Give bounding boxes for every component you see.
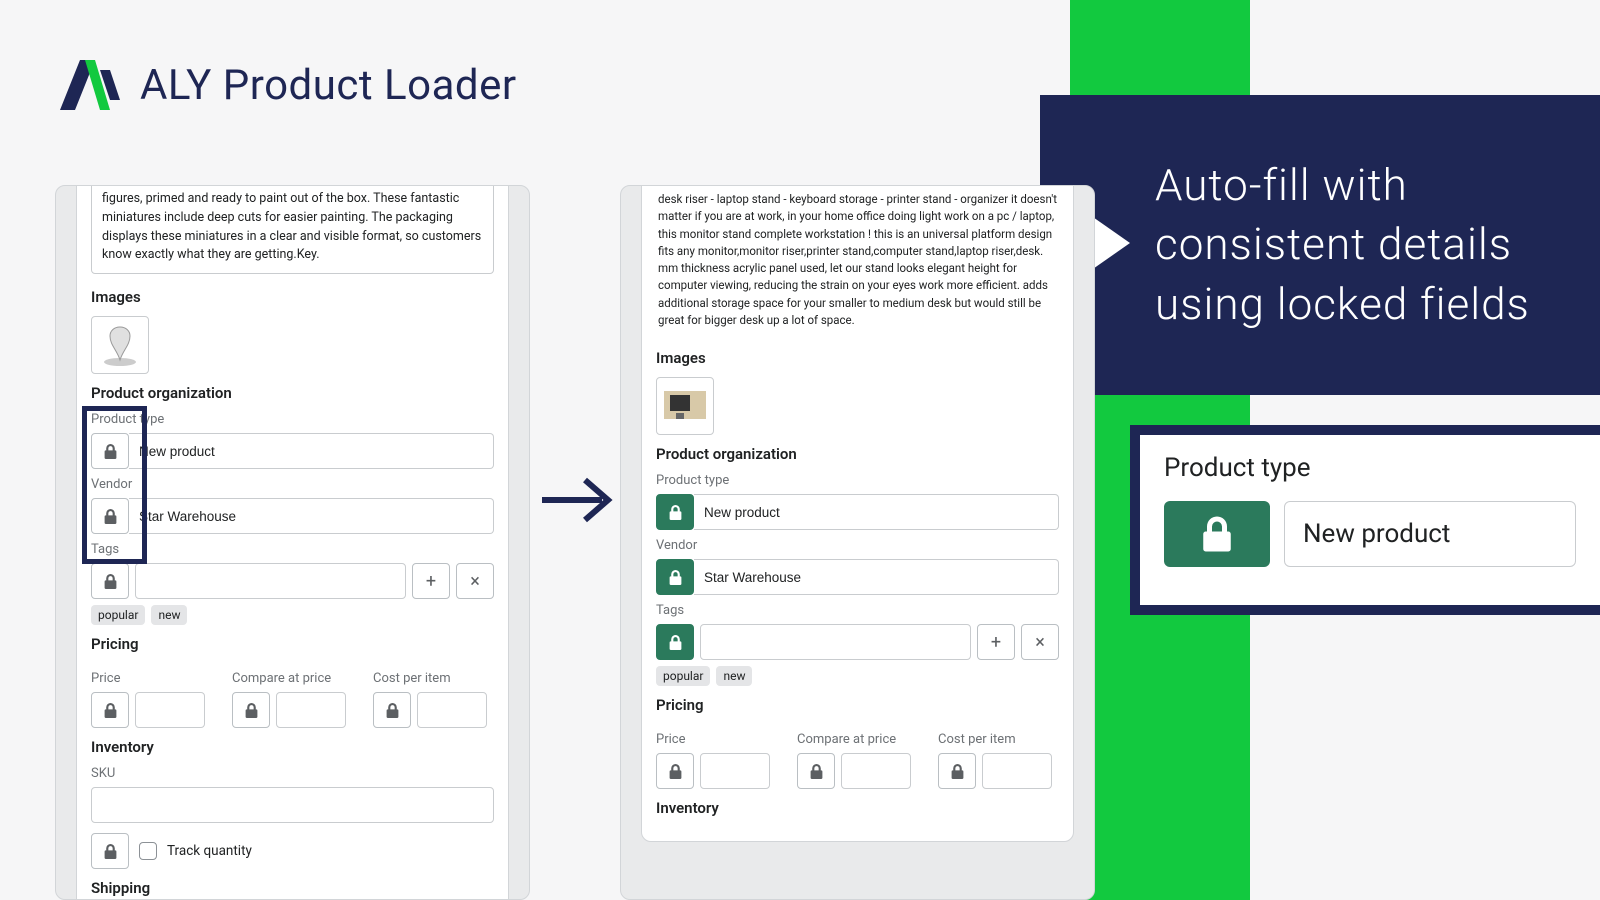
lock-icon bbox=[104, 444, 117, 459]
vendor-label: Vendor bbox=[656, 538, 1059, 553]
add-tag-button[interactable]: + bbox=[977, 624, 1015, 660]
cost-input[interactable] bbox=[417, 692, 487, 728]
vendor-input[interactable] bbox=[129, 498, 494, 534]
vendor-label: Vendor bbox=[91, 477, 494, 492]
track-quantity-checkbox[interactable] bbox=[139, 842, 157, 860]
product-type-label: Product type bbox=[91, 412, 494, 427]
lock-button-track[interactable] bbox=[91, 833, 129, 869]
lock-icon bbox=[104, 509, 117, 524]
lock-icon bbox=[104, 844, 117, 859]
vendor-input[interactable] bbox=[694, 559, 1059, 595]
lock-icon bbox=[951, 764, 964, 779]
add-tag-button[interactable]: + bbox=[412, 563, 450, 599]
lock-button-tags[interactable] bbox=[91, 563, 129, 599]
cost-label: Cost per item bbox=[373, 671, 494, 686]
lock-button-cost[interactable] bbox=[373, 692, 411, 728]
inventory-heading: Inventory bbox=[91, 738, 494, 756]
tags-input[interactable] bbox=[135, 563, 406, 599]
cost-input[interactable] bbox=[982, 753, 1052, 789]
track-quantity-label: Track quantity bbox=[167, 843, 252, 859]
inventory-heading: Inventory bbox=[656, 799, 1059, 817]
arrow-right-icon bbox=[540, 470, 615, 534]
price-label: Price bbox=[656, 732, 777, 747]
compare-label: Compare at price bbox=[232, 671, 353, 686]
product-type-input[interactable] bbox=[129, 433, 494, 469]
product-organization-heading: Product organization bbox=[91, 384, 494, 402]
lock-icon bbox=[669, 764, 682, 779]
lock-icon bbox=[669, 570, 682, 585]
header: ALY Product Loader bbox=[60, 55, 517, 115]
feature-callout: Auto-fill with consistent details using … bbox=[1040, 95, 1600, 395]
lock-button-cost[interactable] bbox=[938, 753, 976, 789]
price-input[interactable] bbox=[700, 753, 770, 789]
sku-input[interactable] bbox=[91, 787, 494, 823]
compare-input[interactable] bbox=[841, 753, 911, 789]
lock-icon bbox=[104, 703, 117, 718]
lock-button-price[interactable] bbox=[91, 692, 129, 728]
lock-button-product-type[interactable] bbox=[656, 494, 694, 530]
sku-label: SKU bbox=[91, 766, 494, 781]
lock-button-compare[interactable] bbox=[797, 753, 835, 789]
tags-label: Tags bbox=[91, 542, 494, 557]
tag-chip-new[interactable]: new bbox=[151, 605, 187, 625]
tags-input[interactable] bbox=[700, 624, 971, 660]
tag-chip-popular[interactable]: popular bbox=[91, 605, 145, 625]
tag-chip-popular[interactable]: popular bbox=[656, 666, 710, 686]
price-label: Price bbox=[91, 671, 212, 686]
product-form-after: desk riser - laptop stand - keyboard sto… bbox=[620, 185, 1095, 900]
brand-title: ALY Product Loader bbox=[140, 61, 517, 110]
cost-label: Cost per item bbox=[938, 732, 1059, 747]
lock-icon bbox=[669, 635, 682, 650]
description-textarea[interactable]: figures, primed and ready to paint out o… bbox=[91, 185, 494, 274]
clear-tag-button[interactable]: × bbox=[456, 563, 494, 599]
lock-button-compare[interactable] bbox=[232, 692, 270, 728]
product-organization-heading: Product organization bbox=[656, 445, 1059, 463]
lock-button-price[interactable] bbox=[656, 753, 694, 789]
images-heading: Images bbox=[91, 288, 494, 306]
product-image-thumbnail[interactable] bbox=[656, 377, 714, 435]
lock-button-tags[interactable] bbox=[656, 624, 694, 660]
compare-label: Compare at price bbox=[797, 732, 918, 747]
pricing-heading: Pricing bbox=[656, 696, 1059, 714]
product-form-before: figures, primed and ready to paint out o… bbox=[55, 185, 530, 900]
lock-button-vendor[interactable] bbox=[91, 498, 129, 534]
product-type-input[interactable] bbox=[694, 494, 1059, 530]
callout-text: Auto-fill with consistent details using … bbox=[1155, 156, 1560, 334]
pricing-heading: Pricing bbox=[91, 635, 494, 653]
locked-field-zoom: Product type New product bbox=[1130, 425, 1600, 615]
inset-product-type-input[interactable]: New product bbox=[1284, 501, 1576, 567]
brand-logo bbox=[60, 55, 120, 115]
shipping-heading: Shipping bbox=[91, 879, 494, 897]
product-image-thumbnail[interactable] bbox=[91, 316, 149, 374]
description-textarea[interactable]: desk riser - laptop stand - keyboard sto… bbox=[656, 191, 1059, 339]
lock-icon bbox=[386, 703, 399, 718]
lock-icon bbox=[104, 574, 117, 589]
price-input[interactable] bbox=[135, 692, 205, 728]
inset-product-type-label: Product type bbox=[1164, 453, 1576, 483]
tag-chip-new[interactable]: new bbox=[716, 666, 752, 686]
lock-button-large[interactable] bbox=[1164, 501, 1270, 567]
clear-tag-button[interactable]: × bbox=[1021, 624, 1059, 660]
lock-icon bbox=[669, 505, 682, 520]
lock-icon bbox=[810, 764, 823, 779]
lock-icon bbox=[245, 703, 258, 718]
lock-button-vendor[interactable] bbox=[656, 559, 694, 595]
lock-icon bbox=[1202, 516, 1232, 552]
compare-input[interactable] bbox=[276, 692, 346, 728]
product-type-label: Product type bbox=[656, 473, 1059, 488]
lock-button-product-type[interactable] bbox=[91, 433, 129, 469]
images-heading: Images bbox=[656, 349, 1059, 367]
tags-label: Tags bbox=[656, 603, 1059, 618]
